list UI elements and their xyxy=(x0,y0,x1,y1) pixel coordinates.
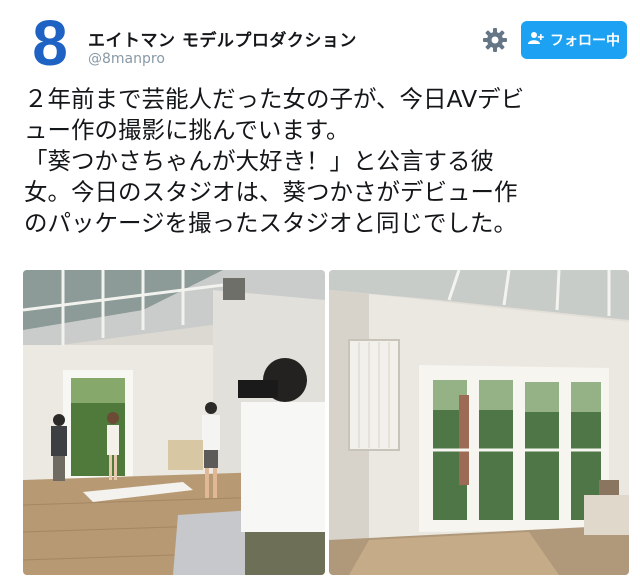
tweet-line: ュー作の撮影に挑んでいます。 xyxy=(24,116,350,144)
follow-button[interactable]: フォロー中 xyxy=(521,21,627,59)
tweet-line: 「葵つかさちゃんが大好き！」と公言する彼 xyxy=(24,147,494,175)
user-handle[interactable]: @8manpro xyxy=(88,51,165,67)
photo-studio-shoot[interactable] xyxy=(23,270,325,575)
tweet-line: のパッケージを撮ったスタジオと同じでした。 xyxy=(24,209,518,237)
gear-icon[interactable] xyxy=(482,27,508,53)
tweet-line: 女。今日のスタジオは、葵つかさがデビュー作 xyxy=(24,178,518,206)
photo-studio-interior[interactable] xyxy=(329,270,629,575)
display-name[interactable]: エイトマン モデルプロダクション xyxy=(88,26,357,51)
tweet-line: ２年前まで芸能人だった女の子が、今日AVデビ xyxy=(24,85,525,113)
follow-button-label: フォロー中 xyxy=(550,33,620,49)
tweet-text: ２年前まで芸能人だった女の子が、今日AVデビ ュー作の撮影に挑んでいます。 「葵… xyxy=(24,84,624,239)
person-plus-icon xyxy=(528,31,544,49)
avatar[interactable]: 8 xyxy=(22,11,78,75)
